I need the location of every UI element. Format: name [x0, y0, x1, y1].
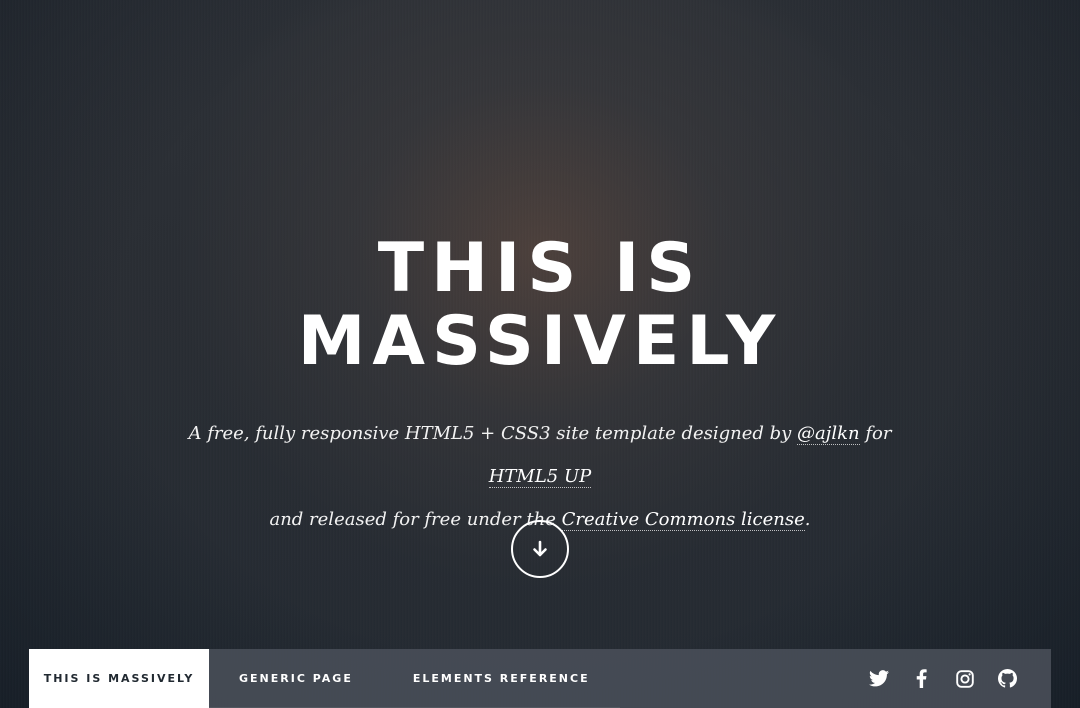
arrow-down-icon [533, 540, 547, 557]
desc-text-2: for [859, 423, 892, 444]
desc-text-4: . [804, 509, 811, 530]
desc-text-1: A free, fully responsive HTML5 + CSS3 si… [188, 423, 798, 444]
nav-links: GENERIC PAGE ELEMENTS REFERENCE [209, 649, 620, 708]
title-line-2: MASSIVELY [297, 302, 783, 381]
title-line-1: THIS IS [377, 229, 703, 308]
main-nav: THIS IS MASSIVELY GENERIC PAGE ELEMENTS … [29, 649, 1051, 708]
twitter-icon [868, 670, 889, 687]
facebook-link[interactable] [900, 649, 943, 708]
desc-text-3: and released for free under the [269, 509, 562, 530]
github-icon [998, 669, 1017, 688]
intro: THIS IS MASSIVELY A free, fully responsi… [0, 232, 1080, 541]
page-title: THIS IS MASSIVELY [0, 232, 1080, 378]
nav-item-this-is-massively[interactable]: THIS IS MASSIVELY [29, 649, 209, 708]
instagram-icon [955, 669, 974, 688]
nav-item-generic-page[interactable]: GENERIC PAGE [209, 649, 383, 707]
facebook-icon [916, 669, 927, 688]
instagram-link[interactable] [943, 649, 986, 708]
ajlkn-link[interactable]: @ajlkn [797, 423, 860, 445]
creative-commons-link[interactable]: Creative Commons license [561, 509, 805, 531]
scroll-down-button[interactable] [511, 520, 569, 578]
nav-item-elements-reference[interactable]: ELEMENTS REFERENCE [383, 649, 620, 707]
social-icons [857, 649, 1051, 708]
github-link[interactable] [986, 649, 1029, 708]
twitter-link[interactable] [857, 649, 900, 708]
html5up-link[interactable]: HTML5 UP [488, 466, 592, 488]
